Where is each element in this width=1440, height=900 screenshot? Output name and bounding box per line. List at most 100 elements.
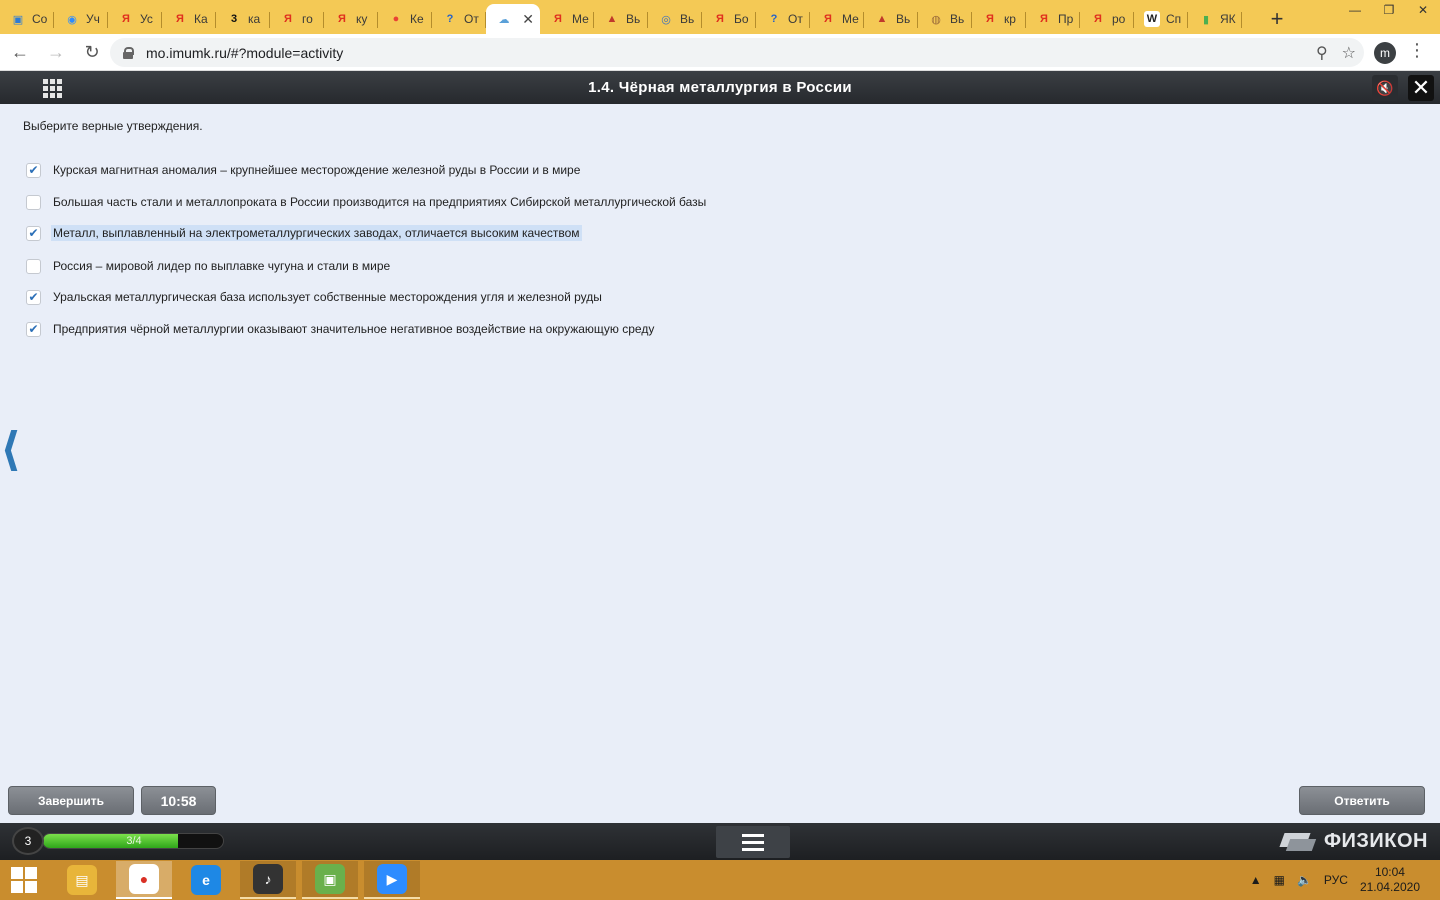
browser-tab[interactable]: Я Ме	[540, 4, 594, 34]
option-checkbox[interactable]: ✔	[26, 225, 41, 241]
tab-title: Сп	[1166, 12, 1182, 26]
browser-tab[interactable]: ▣ Со	[0, 4, 54, 34]
answer-button[interactable]: Ответить	[1299, 786, 1425, 815]
finish-button[interactable]: Завершить	[8, 786, 134, 815]
browser-tab[interactable]: 3 ка	[216, 4, 270, 34]
browser-tab[interactable]: Яку	[324, 4, 378, 34]
tab-title: кр	[1004, 12, 1016, 26]
minimize-button[interactable]: —	[1338, 0, 1372, 20]
sound-muted-icon[interactable]: 🔇	[1372, 75, 1398, 101]
tab-title: Ме	[842, 12, 859, 26]
answer-option[interactable]: Большая часть стали и металлопроката в Р…	[26, 192, 708, 212]
tab-favicon-icon: W	[1144, 11, 1160, 27]
chrome-icon: ●	[129, 864, 159, 894]
close-tab-icon[interactable]: ✕	[522, 11, 534, 28]
browser-tab[interactable]: ? От	[432, 4, 486, 34]
option-checkbox[interactable]	[26, 258, 41, 274]
clock-date: 21.04.2020	[1359, 880, 1420, 894]
reload-button[interactable]: ↻	[76, 36, 108, 68]
browser-tab[interactable]: Яро	[1080, 4, 1134, 34]
browser-tab[interactable]: ▮ ЯК	[1188, 4, 1242, 34]
taskbar-app-fl-studio[interactable]: ♪	[240, 861, 296, 899]
start-button[interactable]	[0, 860, 48, 900]
tray-expand-icon[interactable]: ▲	[1250, 873, 1262, 887]
browser-tab[interactable]: Я Ус	[108, 4, 162, 34]
tab-title: ро	[1112, 12, 1126, 26]
profile-avatar[interactable]: m	[1374, 42, 1396, 64]
bookmark-star-icon[interactable]: ☆	[1342, 43, 1356, 63]
tab-favicon-icon: ◍	[931, 13, 941, 26]
clock[interactable]: 10:04 21.04.2020	[1360, 865, 1420, 895]
checkmark-icon: ✔	[28, 322, 39, 336]
taskbar-app-file-explorer[interactable]: ▤	[54, 861, 110, 899]
forward-button[interactable]: →	[40, 36, 72, 68]
taskbar-app-internet-explorer[interactable]: e	[178, 861, 234, 899]
taskbar-app-android-app[interactable]: ▣	[302, 861, 358, 899]
arrow-left-icon: ←	[11, 41, 29, 62]
tab-favicon-icon: ?	[446, 13, 454, 25]
taskbar-app-zoom[interactable]: ▶	[364, 861, 420, 899]
option-checkbox[interactable]: ✔	[26, 321, 41, 337]
browser-tab[interactable]: Я Пр	[1026, 4, 1080, 34]
answer-option[interactable]: ✔ Уральская металлургическая база использ…	[26, 287, 604, 307]
browser-menu-icon[interactable]: ⋮	[1408, 40, 1426, 61]
browser-tab[interactable]: ◉ Уч	[54, 4, 108, 34]
browser-tab[interactable]: Якр	[972, 4, 1026, 34]
browser-tab-strip: ▣ Со ◉ Уч Я Ус Я Ка 3 ка Яго Яку ● Ке? От ☁ ✕ Я Ме ▲ Вь ◎ Вь Я Б…	[0, 0, 1440, 34]
taskbar-app-chrome[interactable]: ●	[116, 861, 172, 899]
volume-icon[interactable]: 🔈	[1297, 873, 1312, 887]
browser-tab[interactable]: ◎ Вь	[648, 4, 702, 34]
window-close-button[interactable]: ✕	[1406, 0, 1440, 20]
page-title: 1.4. Чёрная металлургия в России	[588, 79, 852, 96]
browser-tab[interactable]: W Сп	[1134, 4, 1188, 34]
browser-tab[interactable]: Я Бо	[702, 4, 756, 34]
address-bar: ← → ↻ mo.imumk.ru/#?module=activity ⚲ ☆ …	[0, 34, 1440, 71]
browser-tab[interactable]: Яго	[270, 4, 324, 34]
tab-favicon-icon: Я	[122, 13, 130, 25]
answer-option[interactable]: ✔ Металл, выплавленный на электрометаллур…	[26, 223, 582, 243]
browser-tab[interactable]: ◍ Вь	[918, 4, 972, 34]
tab-title: Ке	[410, 12, 424, 26]
close-activity-button[interactable]: ✕	[1408, 75, 1434, 101]
back-button[interactable]: ←	[4, 36, 36, 68]
app-status-bar: 3/4 3 ФИЗИКОН	[0, 823, 1440, 860]
option-text: Россия – мировой лидер по выплавке чугун…	[53, 259, 391, 273]
maximize-button[interactable]: ❐	[1372, 0, 1406, 20]
checkmark-icon: ✔	[28, 226, 39, 240]
option-text: Большая часть стали и металлопроката в Р…	[53, 195, 707, 209]
browser-tab[interactable]: Я Ка	[162, 4, 216, 34]
zoom-icon[interactable]: ⚲	[1316, 43, 1328, 63]
tab-title: От	[788, 12, 803, 26]
browser-tab[interactable]: Я Ме	[810, 4, 864, 34]
network-icon[interactable]: ▦	[1274, 873, 1285, 887]
option-checkbox[interactable]: ✔	[26, 162, 41, 178]
browser-tab[interactable]: ▲ Вь	[594, 4, 648, 34]
new-tab-button[interactable]: +	[1262, 4, 1292, 34]
physicon-logo-icon	[1278, 829, 1318, 853]
tab-title: Вь	[680, 12, 695, 26]
browser-tab[interactable]: ▲ Вь	[864, 4, 918, 34]
answer-option[interactable]: Россия – мировой лидер по выплавке чугун…	[26, 256, 392, 276]
grid-menu-icon[interactable]	[38, 76, 66, 100]
language-indicator[interactable]: РУС	[1324, 873, 1348, 887]
browser-tab[interactable]: ? От	[756, 4, 810, 34]
answer-option[interactable]: ✔ Курская магнитная аномалия – крупнейшее…	[26, 160, 582, 180]
answer-option[interactable]: ✔ Предприятия чёрной металлургии оказываю…	[26, 319, 656, 339]
option-checkbox[interactable]: ✔	[26, 289, 41, 305]
tab-title: Ме	[572, 12, 589, 26]
tab-favicon-icon: ▮	[1202, 13, 1210, 26]
omnibox[interactable]: mo.imumk.ru/#?module=activity ⚲ ☆	[110, 38, 1364, 67]
option-checkbox[interactable]	[26, 194, 41, 210]
tab-favicon-icon: Я	[986, 13, 994, 25]
internet-explorer-icon: e	[191, 865, 221, 895]
windows-taskbar: ▤ ● e ♪ ▣ ▶ ▲ ▦ 🔈 РУС 10:04 21.04.2020	[0, 860, 1440, 900]
browser-tab[interactable]: ● Ке	[378, 4, 432, 34]
tab-favicon-icon: Я	[284, 13, 292, 25]
reload-icon: ↻	[84, 41, 100, 62]
tab-favicon-icon: ?	[770, 13, 778, 25]
zoom-icon: ▶	[377, 864, 407, 894]
arrow-right-icon: →	[47, 41, 65, 62]
main-menu-button[interactable]	[716, 826, 790, 858]
previous-page-arrow-icon[interactable]: ⟨	[0, 426, 21, 472]
browser-tab[interactable]: ☁ ✕	[486, 4, 540, 34]
